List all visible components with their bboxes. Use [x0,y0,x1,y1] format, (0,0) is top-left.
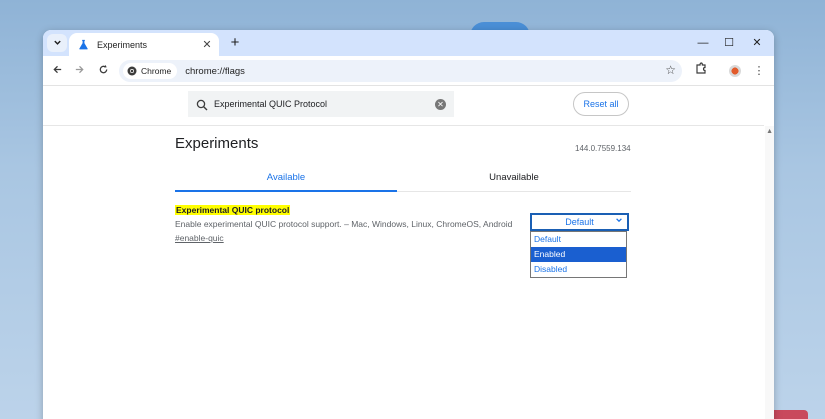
flag-title: Experimental QUIC protocol [175,205,291,215]
close-window-button[interactable]: ✕ [747,34,767,52]
chevron-down-icon [53,38,62,49]
tab-search-button[interactable] [47,34,67,52]
select-dropdown-list: Default Enabled Disabled [530,231,627,278]
clear-search-icon[interactable]: ✕ [435,98,446,110]
maximize-button[interactable]: ☐ [719,34,739,52]
flags-page: ✕ Reset all ▲ Experiments 144.0.7559.134… [43,86,774,419]
browser-toolbar: Chrome chrome://flags ☆ ⋮ [43,56,774,86]
chevron-down-icon [615,215,623,229]
search-header: ✕ Reset all [43,86,764,126]
tab-available[interactable]: Available [175,166,397,192]
search-input[interactable] [214,99,435,109]
tab-title: Experiments [97,39,148,50]
scrollbar[interactable] [765,126,774,419]
option-enabled[interactable]: Enabled [531,247,626,262]
close-tab-icon[interactable]: ✕ [201,38,213,51]
minimize-button[interactable]: — [693,34,713,52]
bookmark-star-icon[interactable]: ☆ [665,63,676,77]
version-label: 144.0.7559.134 [575,144,631,153]
flask-icon [77,39,89,51]
address-bar[interactable]: Chrome chrome://flags ☆ [119,60,682,82]
flag-tabs: Available Unavailable [175,166,631,192]
browser-window: Experiments ✕ + — ☐ ✕ Chrome chrome://fl… [43,30,774,419]
reset-all-button[interactable]: Reset all [573,92,629,116]
tab-strip: Experiments ✕ + — ☐ ✕ [43,30,774,56]
chrome-logo-icon [127,66,137,76]
select-value: Default [565,217,594,227]
tab-experiments[interactable]: Experiments ✕ [69,33,219,56]
page-title: Experiments [175,135,259,152]
flag-description: Enable experimental QUIC protocol suppor… [175,219,513,229]
flag-state-select[interactable]: Default [530,213,629,231]
url-text[interactable]: chrome://flags [185,66,245,77]
forward-arrow-icon[interactable] [70,62,88,80]
option-default[interactable]: Default [531,232,626,247]
search-icon [196,98,208,111]
scroll-up-arrow-icon[interactable]: ▲ [766,128,773,135]
tab-unavailable[interactable]: Unavailable [403,166,625,192]
site-info-chip[interactable]: Chrome [123,63,178,79]
more-menu-icon[interactable]: ⋮ [750,62,768,80]
profile-avatar[interactable] [729,65,741,77]
option-disabled[interactable]: Disabled [531,262,626,277]
back-arrow-icon[interactable] [48,62,66,80]
chip-label: Chrome [141,66,172,76]
flag-search-box[interactable]: ✕ [188,91,454,117]
extensions-puzzle-icon[interactable] [692,62,710,80]
new-tab-button[interactable]: + [226,34,244,52]
reload-icon[interactable] [94,62,112,80]
flag-anchor-link[interactable]: #enable-quic [175,233,224,243]
